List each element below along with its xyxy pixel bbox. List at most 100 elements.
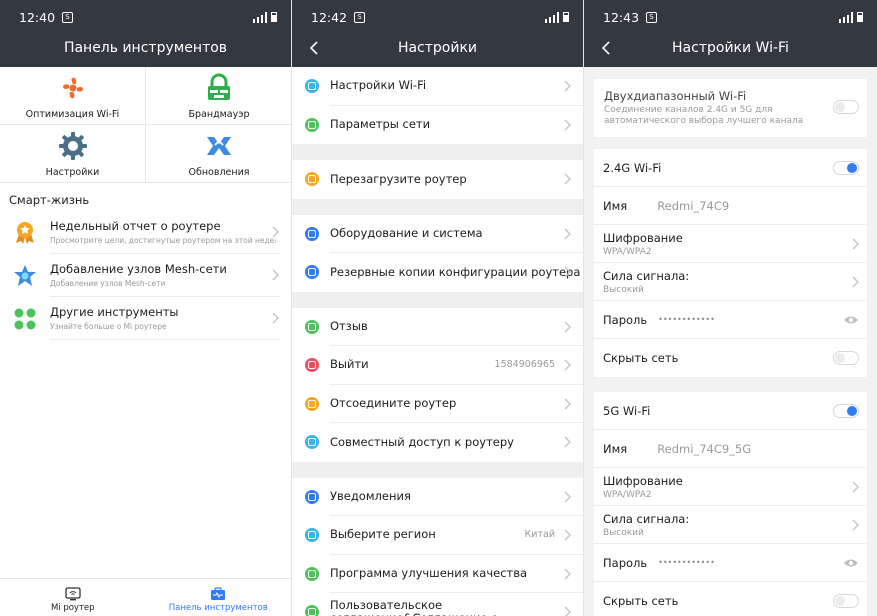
status-time: 12:42 <box>311 9 348 25</box>
settings-item[interactable]: Программа улучшения качества <box>292 555 583 593</box>
item-label: Отзыв <box>330 308 583 346</box>
settings-item[interactable]: Пользовательское соглашение&Соглашение о <box>292 593 583 616</box>
firewall-icon <box>208 73 230 100</box>
battery-icon <box>857 12 863 22</box>
item-subtitle: Добавление узлов Mesh-сети <box>50 279 166 288</box>
tile-wifi-optimization[interactable]: Оптимизация Wi-Fi <box>0 67 146 125</box>
encryption-row[interactable]: Шифрование WPA/WPA2 <box>594 225 867 263</box>
item-icon <box>305 319 319 334</box>
item-icon <box>305 435 319 450</box>
gear-icon <box>58 132 87 160</box>
band-card: 2.4G Wi-Fi Имя Redmi_74C9 Шифрование WPA/WPA… <box>594 149 867 377</box>
list-item-weekly-report[interactable]: Недельный отчет о роутере Просмотрите це… <box>0 211 291 254</box>
app-header: 12:42 S Настройки <box>292 0 583 67</box>
band-toggle[interactable] <box>833 404 859 418</box>
name-value: Redmi_74C9 <box>657 198 730 213</box>
item-title: Другие инструменты <box>50 305 179 319</box>
dual-band-toggle[interactable] <box>833 100 859 114</box>
settings-screen: 12:42 S Настройки Настройки Wi-Fi Парамет… <box>292 0 584 616</box>
chevron-right-icon <box>272 312 279 324</box>
page-title: Настройки <box>397 40 478 56</box>
settings-item[interactable]: Оборудование и система <box>292 215 583 253</box>
item-icon <box>305 265 319 280</box>
settings-group: Оборудование и система Резервные копии ко… <box>292 214 583 292</box>
settings-group: Уведомления Выберите регион Китай Программа… <box>292 477 583 616</box>
band-card: 5G Wi-Fi Имя Redmi_74C9_5G Шифрование WPA/WP… <box>594 392 867 616</box>
signal-row[interactable]: Сила сигнала: Высокий <box>594 506 867 544</box>
nav-mi-router[interactable]: Mi роутер <box>0 579 146 616</box>
hide-network-label: Скрыть сеть <box>603 594 679 608</box>
app-header: 12:40 S Панель инструментов <box>0 0 291 67</box>
settings-item[interactable]: Уведомления <box>292 478 583 516</box>
chevron-right-icon <box>272 269 279 281</box>
name-label: Имя <box>603 198 628 213</box>
dual-band-title: Двухдиапазонный Wi-Fi <box>604 89 747 103</box>
hide-network-toggle[interactable] <box>833 594 859 608</box>
hide-network-toggle[interactable] <box>833 351 859 365</box>
item-title: Недельный отчет о роутере <box>50 219 221 233</box>
chevron-right-icon <box>564 398 571 409</box>
encryption-label: Шифрование <box>603 230 683 245</box>
settings-item[interactable]: Перезагрузите роутер <box>292 160 583 199</box>
eye-icon[interactable] <box>843 315 859 325</box>
signal-label: Сила сигнала: <box>603 268 690 283</box>
band-toggle[interactable] <box>833 161 859 175</box>
chevron-right-icon <box>564 529 571 541</box>
tools-grid: Оптимизация Wi-Fi Брандмауэр Настройки О… <box>0 67 291 183</box>
group-divider <box>292 291 583 308</box>
settings-group: Перезагрузите роутер <box>292 160 583 199</box>
battery-icon <box>271 12 277 22</box>
password-value: •••••••••••• <box>658 558 715 567</box>
signal-icon <box>545 11 559 23</box>
encryption-value: WPA/WPA2 <box>603 246 652 257</box>
status-bar: 12:42 S <box>311 8 569 26</box>
encryption-row[interactable]: Шифрование WPA/WPA2 <box>594 468 867 506</box>
dual-band-subtitle: Соединение каналов 2.4G и 5G для автомат… <box>604 105 804 126</box>
tile-firewall[interactable]: Брандмауэр <box>146 67 291 125</box>
item-icon <box>305 172 319 187</box>
chevron-right-icon <box>564 266 571 278</box>
settings-item[interactable]: Совместный доступ к роутеру <box>292 423 583 462</box>
band-title: 2.4G Wi-Fi <box>603 160 662 175</box>
password-value: •••••••••••• <box>658 315 715 324</box>
chevron-right-icon <box>564 228 571 239</box>
eye-icon[interactable] <box>843 558 859 568</box>
settings-item[interactable]: Выберите регион Китай <box>292 516 583 555</box>
hide-network-row: Скрыть сеть <box>594 339 867 377</box>
name-row[interactable]: Имя Redmi_74C9 <box>594 187 867 225</box>
bands-container: 2.4G Wi-Fi Имя Redmi_74C9 Шифрование WPA/WPA… <box>584 149 877 616</box>
list-item-other-tools[interactable]: Другие инструменты Узнайте больше о Mi р… <box>0 297 291 340</box>
wifi-settings-screen: 12:43 S Настройки Wi-Fi Двухдиапазонный … <box>584 0 877 616</box>
chevron-right-icon <box>564 436 571 448</box>
item-icon <box>305 117 319 132</box>
notification-icon: S <box>62 11 74 23</box>
medal-icon <box>16 221 34 244</box>
encryption-label: Шифрование <box>603 473 683 488</box>
tile-updates[interactable]: Обновления <box>146 125 291 183</box>
settings-item[interactable]: Настройки Wi-Fi <box>292 67 583 106</box>
settings-item[interactable]: Резервные копии конфигурации роутера <box>292 253 583 292</box>
status-time: 12:40 <box>19 9 56 25</box>
name-row[interactable]: Имя Redmi_74C9_5G <box>594 430 867 468</box>
page-title: Панель инструментов <box>63 40 228 56</box>
item-label: Настройки Wi-Fi <box>330 67 583 106</box>
settings-item[interactable]: Параметры сети <box>292 106 583 145</box>
section-title: Смарт-жизнь <box>9 193 90 207</box>
toolbox-icon <box>211 587 226 600</box>
item-label: Перезагрузите роутер <box>330 171 467 186</box>
settings-item[interactable]: Выйти 1584906965 <box>292 346 583 385</box>
settings-item[interactable]: Отзыв <box>292 308 583 346</box>
settings-item[interactable]: Отсоедините роутер <box>292 385 583 423</box>
band-toggle-row: 5G Wi-Fi <box>594 392 867 430</box>
mesh-icon <box>14 264 36 286</box>
dual-band-card: Двухдиапазонный Wi-Fi Соединение каналов… <box>594 79 867 137</box>
item-title: Добавление узлов Mesh-сети <box>50 262 227 276</box>
signal-row[interactable]: Сила сигнала: Высокий <box>594 263 867 301</box>
item-icon <box>305 358 319 373</box>
settings-list: Настройки Wi-Fi Параметры сети Перезагрузи… <box>292 67 583 616</box>
nav-toolbox[interactable]: Панель инструментов <box>146 579 292 616</box>
apps-icon <box>14 308 36 329</box>
item-icon <box>305 566 319 581</box>
list-item-mesh[interactable]: Добавление узлов Mesh-сети Добавление уз… <box>0 254 291 297</box>
tile-settings[interactable]: Настройки <box>0 125 146 183</box>
